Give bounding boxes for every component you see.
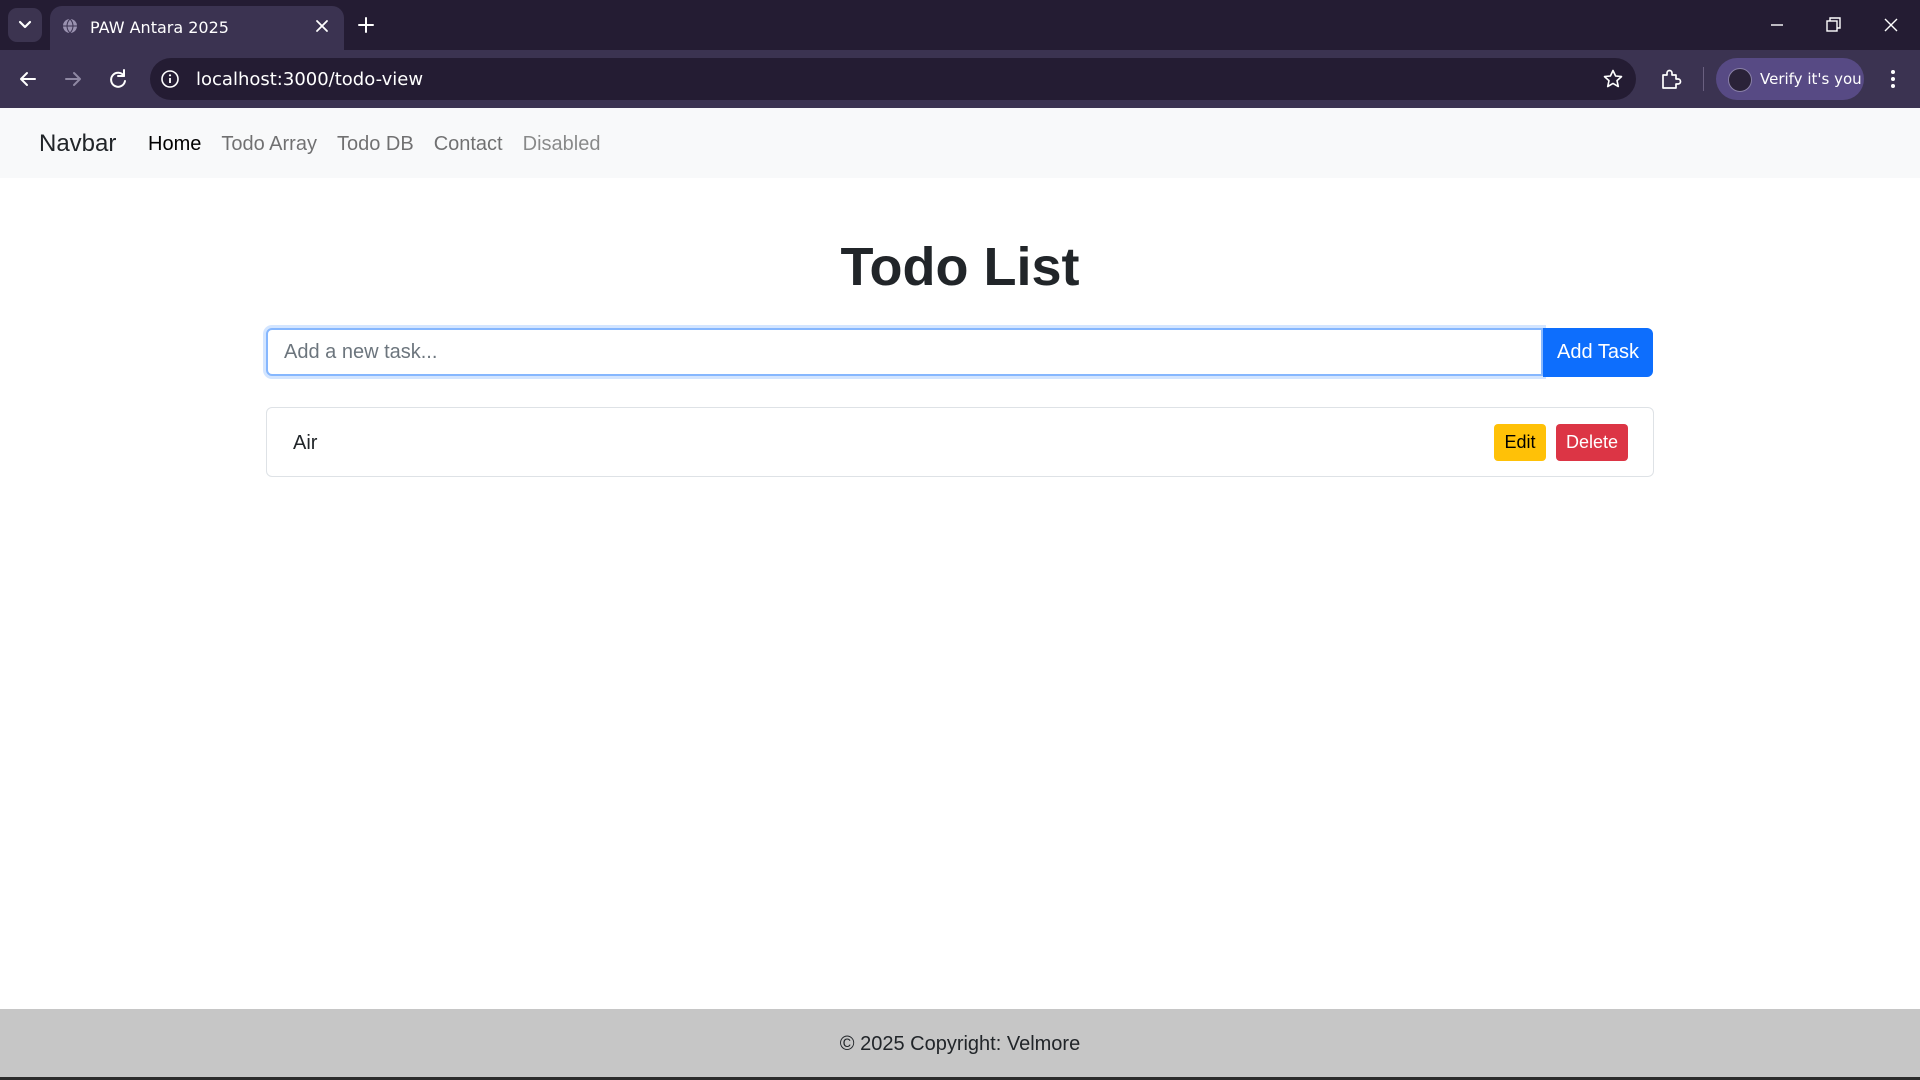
minimize-icon[interactable] [1765,13,1789,37]
site-navbar: Navbar Home Todo Array Todo DB Contact D… [0,108,1920,178]
page-title: Todo List [840,237,1080,297]
delete-button[interactable]: Delete [1556,424,1628,461]
tab-title: PAW Antara 2025 [90,18,229,37]
more-menu-icon[interactable] [1880,66,1906,92]
tab-search-button[interactable] [8,8,42,42]
url-text[interactable]: localhost:3000/todo-view [196,69,423,90]
page-footer: © 2025 Copyright: Velmore [0,1009,1920,1077]
address-bar[interactable]: localhost:3000/todo-view [150,58,1636,100]
new-tab-icon[interactable] [355,14,377,36]
browser-tab[interactable]: PAW Antara 2025 [50,6,344,50]
navbar-links: Home Todo Array Todo DB Contact Disabled [148,133,600,156]
nav-link-todo-array[interactable]: Todo Array [221,133,317,156]
navbar-brand[interactable]: Navbar [39,130,116,158]
toolbar-separator [1703,67,1704,91]
edit-button[interactable]: Edit [1494,424,1546,461]
avatar [1728,68,1752,92]
reload-icon[interactable] [104,65,132,93]
add-task-button[interactable]: Add Task [1543,328,1653,377]
nav-link-disabled: Disabled [522,133,601,155]
browser-tabstrip: PAW Antara 2025 [0,0,1920,50]
profile-label: Verify it's you [1760,70,1862,88]
copyright-text: © 2025 Copyright: Velmore [839,1033,1081,1055]
close-tab-icon[interactable] [312,16,332,36]
browser-toolbar: localhost:3000/todo-view Verify it's you [0,50,1920,108]
bookmark-star-icon[interactable] [1602,68,1624,90]
nav-link-home[interactable]: Home [148,133,201,156]
restore-icon[interactable] [1821,13,1845,37]
task-text: Air [293,432,318,454]
site-info-icon[interactable] [160,69,180,89]
list-item: Air Edit Delete [266,407,1654,477]
chevron-down-icon [18,20,32,29]
profile-button[interactable]: Verify it's you [1716,58,1864,100]
extensions-icon[interactable] [1658,66,1684,92]
nav-link-contact[interactable]: Contact [434,133,503,156]
nav-link-todo-db[interactable]: Todo DB [337,133,414,156]
globe-icon [63,18,77,34]
close-window-icon[interactable] [1879,13,1903,37]
back-icon[interactable] [14,65,42,93]
forward-icon[interactable] [59,65,87,93]
new-task-input[interactable] [266,328,1543,376]
